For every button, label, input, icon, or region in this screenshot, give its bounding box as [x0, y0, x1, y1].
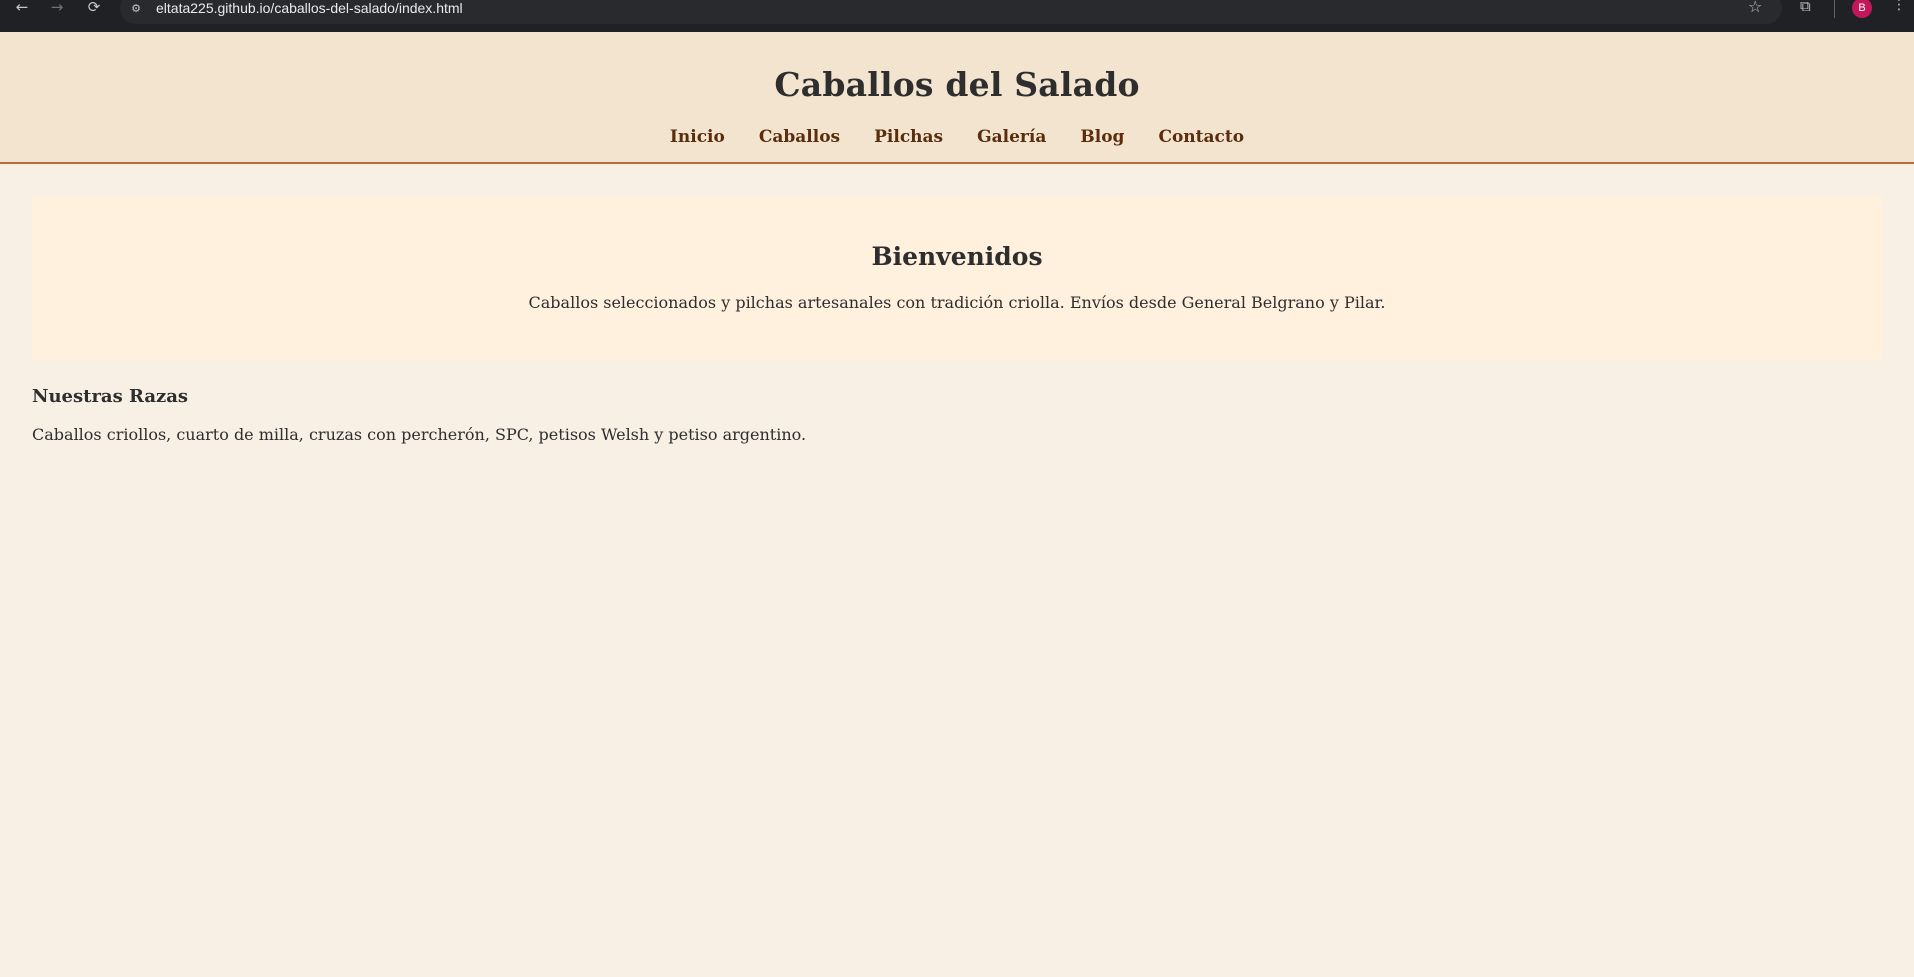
main-nav: Inicio Caballos Pilchas Galería Blog Con…: [0, 127, 1914, 147]
nav-link-pilchas[interactable]: Pilchas: [874, 127, 943, 147]
nav-link-inicio[interactable]: Inicio: [670, 127, 725, 147]
back-arrow-icon[interactable]: ←: [12, 0, 32, 17]
address-bar[interactable]: ⚙ eltata225.github.io/caballos-del-salad…: [120, 0, 1782, 24]
welcome-heading: Bienvenidos: [871, 242, 1043, 271]
welcome-banner: Bienvenidos Caballos seleccionados y pil…: [32, 196, 1882, 360]
reload-icon[interactable]: ⟳: [84, 0, 104, 17]
welcome-text: Caballos seleccionados y pilchas artesan…: [528, 293, 1386, 312]
browser-menu-icon[interactable]: ⋮: [1892, 0, 1906, 13]
bookmark-star-icon[interactable]: ☆: [1748, 0, 1762, 16]
profile-avatar[interactable]: B: [1852, 0, 1872, 18]
nav-link-galeria[interactable]: Galería: [977, 127, 1046, 147]
site-header: Caballos del Salado Inicio Caballos Pilc…: [0, 32, 1914, 164]
razas-heading: Nuestras Razas: [32, 386, 189, 407]
browser-toolbar: ← → ⟳ ⚙ eltata225.github.io/caballos-del…: [0, 0, 1914, 32]
forward-arrow-icon[interactable]: →: [47, 0, 67, 17]
site-info-icon[interactable]: ⚙: [128, 0, 144, 16]
extensions-icon[interactable]: ⧉: [1800, 0, 1811, 15]
nav-link-caballos[interactable]: Caballos: [759, 127, 840, 147]
site-title: Caballos del Salado: [774, 65, 1140, 104]
razas-section: Nuestras Razas Caballos criollos, cuarto…: [32, 386, 1882, 444]
razas-text: Caballos criollos, cuarto de milla, cruz…: [32, 425, 807, 444]
nav-link-contacto[interactable]: Contacto: [1158, 127, 1244, 147]
url-text[interactable]: eltata225.github.io/caballos-del-salado/…: [156, 0, 463, 16]
main-content: Bienvenidos Caballos seleccionados y pil…: [0, 196, 1914, 444]
nav-link-blog[interactable]: Blog: [1080, 127, 1124, 147]
toolbar-divider: [1834, 0, 1835, 18]
